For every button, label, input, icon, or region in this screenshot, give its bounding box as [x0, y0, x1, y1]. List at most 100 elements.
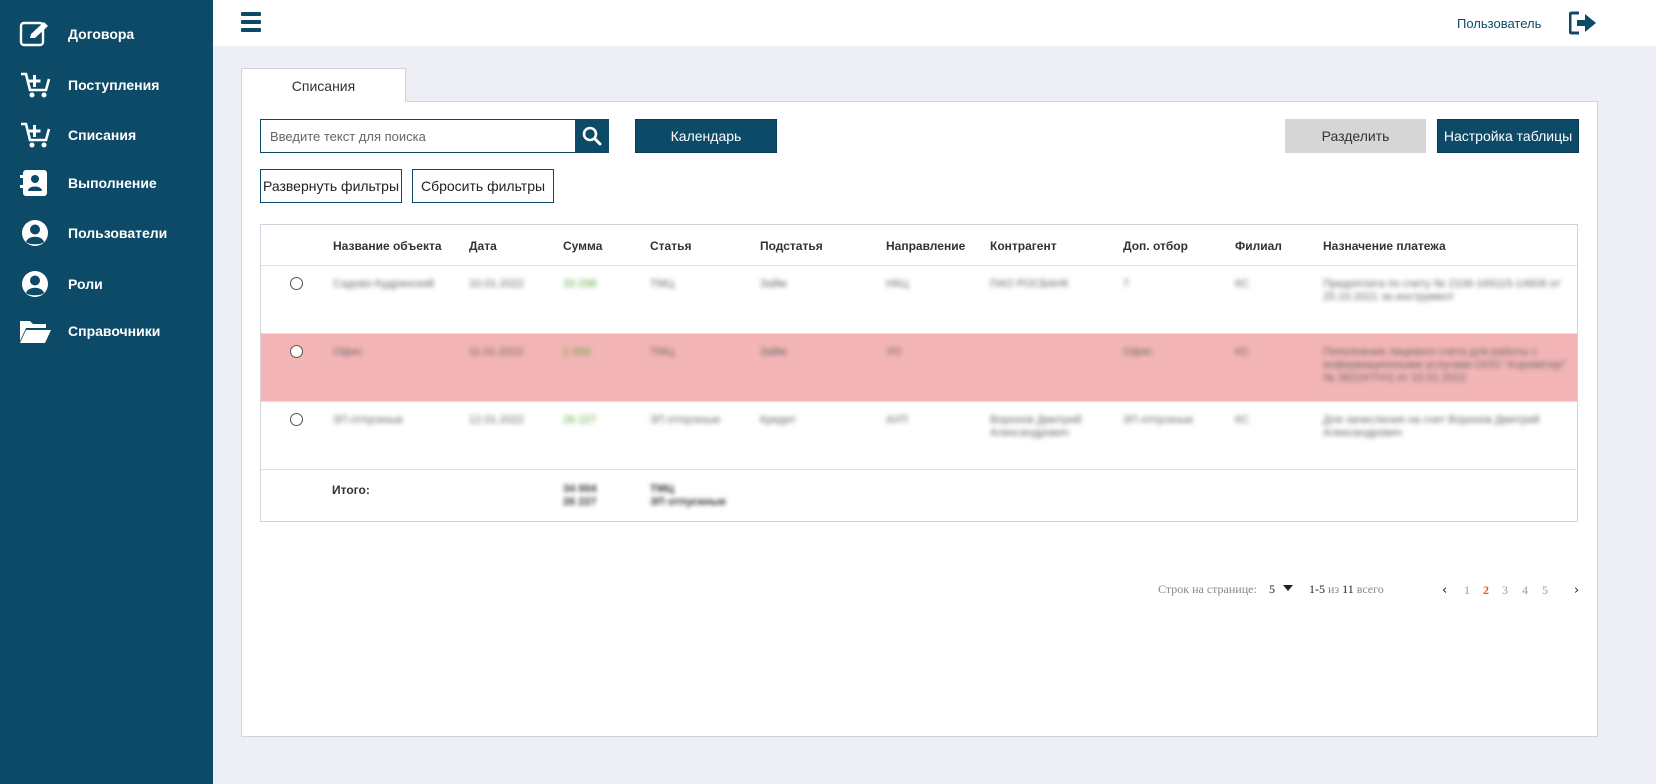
sidebar-item-label: Роли	[68, 276, 103, 292]
sidebar-item-receipts[interactable]: Поступления	[0, 65, 213, 105]
caret-down-icon	[1283, 585, 1293, 591]
search-input[interactable]	[260, 119, 575, 153]
column-header[interactable]: Филиал	[1235, 239, 1282, 253]
column-header[interactable]: Подстатья	[760, 239, 823, 253]
cell-subarticle: Кредит	[760, 414, 797, 426]
range-suffix: всего	[1356, 582, 1384, 596]
search-button[interactable]	[575, 119, 609, 153]
sidebar-item-execution[interactable]: Выполнение	[0, 163, 213, 203]
cell-sum: 26 227	[563, 414, 597, 426]
cell-subarticle: Займ	[760, 278, 787, 290]
cell-object: Садово-Кудринский	[333, 278, 435, 290]
menu-icon[interactable]	[241, 12, 261, 33]
table-row[interactable]: Офис 11.01.2022 1 000 ТМЦ Займ УО Офис К…	[261, 334, 1577, 402]
cell-sum: 1 000	[563, 346, 591, 358]
cell-sum: 33 298	[563, 278, 597, 290]
cell-counterparty: ПАО РОСБАНК	[990, 278, 1069, 290]
totals-sum: 34 004 26 227	[563, 483, 597, 508]
contact-book-icon	[18, 167, 52, 199]
rows-per-page-value: 5	[1269, 582, 1275, 596]
top-bar: Пользователь	[213, 0, 1656, 46]
sidebar-item-users[interactable]: Пользователи	[0, 213, 213, 253]
sidebar: Договора Поступления Списания Выполнение…	[0, 0, 213, 784]
row-select-radio[interactable]	[290, 413, 303, 426]
cell-subarticle: Займ	[760, 346, 787, 358]
next-page-button[interactable]: ›	[1574, 583, 1579, 598]
cell-payment-purpose: Для зачисления на счет Воронов Дмитрий А…	[1323, 414, 1540, 439]
cell-direction: АУП	[886, 414, 908, 426]
sidebar-item-contracts[interactable]: Договора	[0, 14, 213, 54]
cell-counterparty: Воронов Дмитрий Александрович	[990, 414, 1082, 439]
folder-open-icon	[18, 315, 52, 347]
page-range: 1-5 из 11 всего	[1309, 582, 1384, 597]
cart-plus-icon	[18, 119, 52, 151]
column-header[interactable]: Название объекта	[333, 239, 442, 253]
rows-per-page-select[interactable]: 5	[1269, 582, 1293, 597]
table-row[interactable]: Садово-Кудринский 10.01.2022 33 298 ТМЦ …	[261, 266, 1577, 334]
main-panel: Календарь Разделить Настройка таблицы Ра…	[241, 101, 1598, 737]
row-select-radio[interactable]	[290, 277, 303, 290]
sidebar-item-writeoffs[interactable]: Списания	[0, 115, 213, 155]
range-total: 11	[1342, 582, 1354, 596]
cell-branch: КС	[1235, 414, 1250, 426]
page-link[interactable]: 3	[1502, 583, 1508, 598]
cart-plus-icon	[18, 69, 52, 101]
user-menu[interactable]: Пользователь	[1457, 16, 1541, 31]
calendar-button[interactable]: Календарь	[635, 119, 777, 153]
cell-date: 10.01.2022	[469, 278, 525, 290]
cell-article: ТМЦ	[650, 278, 675, 290]
column-header[interactable]: Доп. отбор	[1123, 239, 1188, 253]
cell-direction: УО	[886, 346, 902, 358]
sidebar-item-directories[interactable]: Справочники	[0, 311, 213, 351]
column-header[interactable]: Дата	[469, 239, 497, 253]
column-header[interactable]: Направление	[886, 239, 965, 253]
cell-extra-filter: 7	[1123, 278, 1130, 290]
cell-extra-filter: Офис	[1123, 346, 1153, 358]
contract-edit-icon	[18, 18, 52, 50]
column-header[interactable]: Назначение платежа	[1323, 239, 1446, 253]
totals-label: Итого:	[332, 483, 370, 497]
column-header[interactable]: Контрагент	[990, 239, 1057, 253]
sidebar-item-label: Списания	[68, 127, 137, 143]
rows-per-page-label: Строк на странице:	[1158, 582, 1257, 596]
page-link[interactable]: 5	[1542, 583, 1548, 598]
column-header[interactable]: Статья	[650, 239, 691, 253]
cell-direction: НКЦ	[886, 278, 909, 290]
cell-article: ЗП отпускные	[650, 414, 721, 426]
sidebar-item-label: Договора	[68, 26, 135, 42]
cell-date: 12.01.2022	[469, 414, 525, 426]
column-header[interactable]: Сумма	[563, 239, 602, 253]
cell-object: ЗП отпускные	[333, 414, 404, 426]
totals-article: ТМЦ ЗП отпускные	[650, 483, 726, 508]
sidebar-item-label: Пользователи	[68, 225, 168, 241]
cell-article: ТМЦ	[650, 346, 675, 358]
cell-payment-purpose: Пополнение лицевого счета для работы с и…	[1323, 346, 1566, 384]
user-circle-icon	[18, 268, 52, 300]
row-select-radio[interactable]	[290, 345, 303, 358]
range-start: 1-5	[1309, 582, 1325, 596]
cell-extra-filter: ЗП отпускные	[1123, 414, 1194, 426]
table-row[interactable]: ЗП отпускные 12.01.2022 26 227 ЗП отпуск…	[261, 402, 1577, 470]
page-link-active[interactable]: 2	[1483, 583, 1489, 598]
sidebar-item-label: Справочники	[68, 323, 161, 339]
writeoffs-table: Название объекта Дата Сумма Статья Подст…	[260, 224, 1578, 522]
cell-date: 11.01.2022	[469, 346, 524, 358]
cell-payment-purpose: Предоплата по счету № 2106-169115-14608 …	[1323, 278, 1561, 303]
sign-out-icon[interactable]	[1568, 11, 1597, 35]
page-link[interactable]: 1	[1464, 583, 1470, 598]
expand-filters-button[interactable]: Развернуть фильтры	[260, 169, 402, 203]
prev-page-button[interactable]: ‹	[1442, 583, 1447, 598]
user-circle-icon	[18, 217, 52, 249]
sidebar-item-label: Выполнение	[68, 175, 157, 191]
tab-writeoffs[interactable]: Списания	[241, 68, 406, 102]
search-icon	[582, 126, 602, 146]
reset-filters-button[interactable]: Сбросить фильтры	[412, 169, 554, 203]
sidebar-item-roles[interactable]: Роли	[0, 264, 213, 304]
sidebar-item-label: Поступления	[68, 77, 160, 93]
page-link[interactable]: 4	[1522, 583, 1528, 598]
range-of: из	[1328, 582, 1340, 596]
table-settings-button[interactable]: Настройка таблицы	[1437, 119, 1579, 153]
cell-object: Офис	[333, 346, 363, 358]
split-button[interactable]: Разделить	[1285, 119, 1426, 153]
cell-branch: КС	[1235, 278, 1250, 290]
